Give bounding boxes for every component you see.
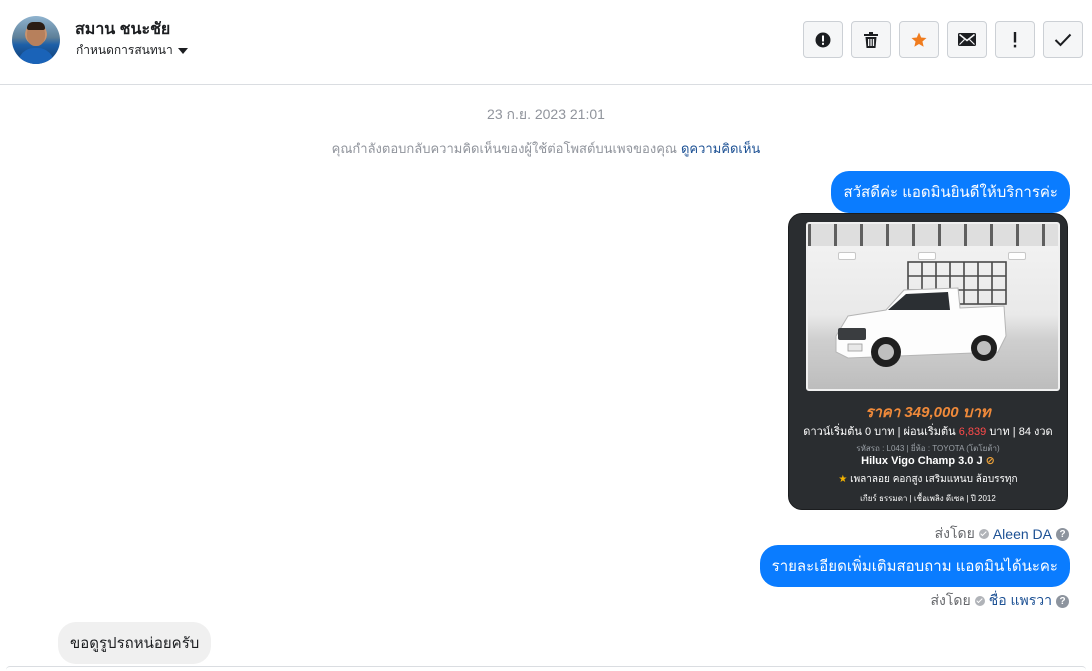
caret-down-icon [177,48,188,54]
contact-avatar[interactable] [12,16,60,64]
conversation-settings-dropdown[interactable]: กำหนดการสนทนา [76,41,188,60]
verified-icon: ⊘ [985,455,995,467]
sent-by-label: ส่งโดย [930,592,971,608]
sent-by-line: ส่งโดย Aleen DA ? [935,523,1069,545]
car-model-name: Hilux Vigo Champ 3.0 J [861,455,983,467]
avatar-shirt [18,48,54,64]
comment-reply-notice: คุณกำลังตอบกลับความคิดเห็นของผู้ใช้ต่อโพ… [0,138,1092,159]
help-icon[interactable]: ? [1056,594,1069,608]
down-payment-info: ดาวน์เริ่มต้น 0 บาท | ผ่อนเริ่มต้น 6,839… [789,422,1067,440]
conversation-toolbar [803,21,1083,58]
envelope-icon [958,33,976,46]
report-button[interactable] [803,21,843,58]
view-comment-link[interactable]: ดูความคิดเห็น [681,141,760,156]
sent-by-label: ส่งโดย [934,525,975,541]
message-timestamp: 23 ก.ย. 2023 21:01 [487,106,605,122]
star-bullet-icon: ★ [838,474,848,485]
help-icon[interactable]: ? [1056,527,1069,541]
mark-done-button[interactable] [1043,21,1083,58]
car-price: ราคา 349,000 บาท [865,404,991,421]
check-circle-icon [974,596,985,606]
mark-unread-button[interactable] [947,21,987,58]
delete-button[interactable] [851,21,891,58]
contact-name[interactable]: สมาน ชนะชัย [75,17,170,42]
outgoing-message[interactable]: รายละเอียดเพิ่มเติมสอบถาม แอดมินได้นะคะ [759,545,1070,587]
notice-text: คุณกำลังตอบกลับความคิดเห็นของผู้ใช้ต่อโพ… [331,141,677,156]
car-model: Hilux Vigo Champ 3.0 J ⊘ [789,454,1067,467]
composer-edge [6,666,1086,671]
check-icon [1054,33,1072,46]
conversation-header: สมาน ชนะชัย กำหนดการสนทนา [0,0,1092,85]
car-listing-image[interactable]: ราคา 349,000 บาท ดาวน์เริ่มต้น 0 บาท | ผ… [788,213,1068,510]
alert-circle-icon [815,32,831,47]
avatar-hair [27,22,45,30]
car-features-text: เพลาลอย คอกสูง เสริมแหนบ ล้อบรรทุก [850,474,1018,485]
pickup-truck-illustration [835,261,1007,367]
car-photo [806,222,1060,391]
star-icon [911,32,927,47]
down-payment-prefix: ดาวน์เริ่มต้น 0 บาท | ผ่อนเริ่มต้น [803,426,956,438]
sent-by-line: ส่งโดย ชื่อ แพรวา ? [930,590,1069,612]
down-payment-suffix: บาท | 84 งวด [989,426,1053,438]
outgoing-message[interactable]: สวัสดีค่ะ แอดมินยินดีให้บริการค่ะ [831,171,1070,213]
trash-icon [864,31,878,48]
star-button[interactable] [899,21,939,58]
exclamation-icon [1013,31,1017,47]
check-circle-icon [978,529,989,539]
car-features: ★ เพลาลอย คอกสูง เสริมแหนบ ล้อบรรทุก [789,472,1067,487]
mark-spam-button[interactable] [995,21,1035,58]
installment-amount: 6,839 [958,426,987,438]
sender-name[interactable]: Aleen DA [993,526,1052,542]
sender-name[interactable]: ชื่อ แพรวา [989,590,1052,612]
conversation-settings-label: กำหนดการสนทนา [76,43,173,57]
incoming-message[interactable]: ขอดูรูปรถหน่อยครับ [58,622,212,664]
car-specs: เกียร์ ธรรมดา | เชื้อเพลิง ดีเซล | ปี 20… [860,494,996,503]
